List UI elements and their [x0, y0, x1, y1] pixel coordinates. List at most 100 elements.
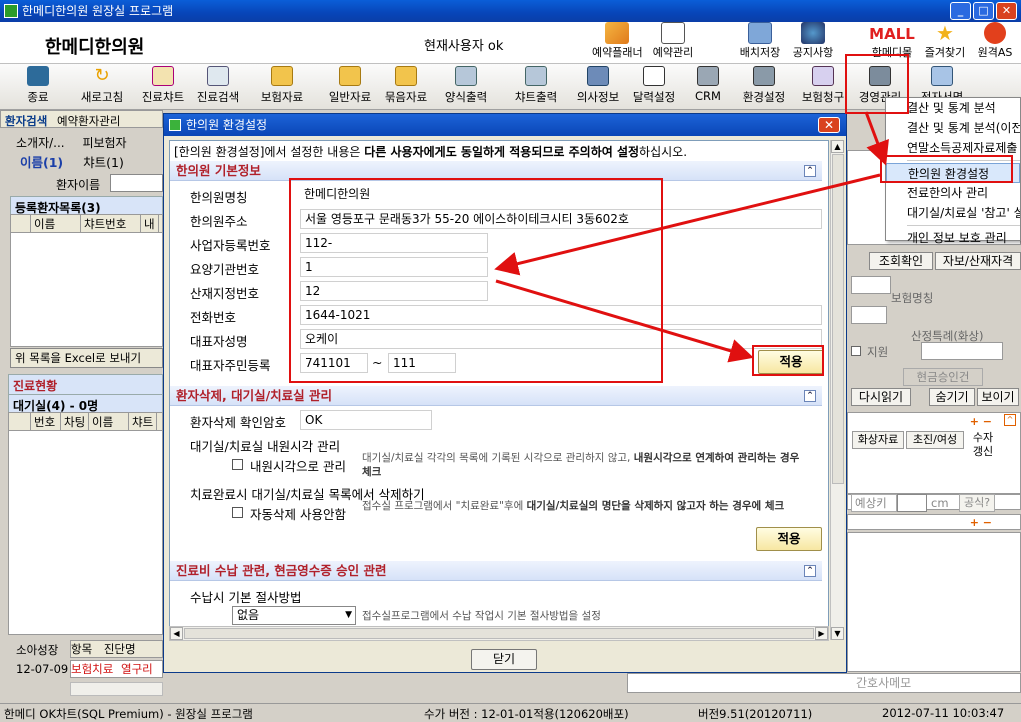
- predicted-height-input[interactable]: [897, 494, 927, 512]
- maximize-button[interactable]: □: [973, 2, 994, 20]
- remote-as-button[interactable]: 원격AS: [972, 22, 1018, 60]
- subtab-chart[interactable]: 챠트(1): [83, 155, 124, 170]
- col-chart-no[interactable]: 챠트번호: [81, 215, 141, 233]
- right-field-b[interactable]: [851, 306, 887, 324]
- subtab-name[interactable]: 이름(1): [20, 155, 63, 170]
- collapse-icon[interactable]: ^: [1004, 414, 1016, 426]
- dialog-close-bottom-button[interactable]: 닫기: [471, 649, 537, 670]
- resident-number-front-field[interactable]: 741101: [300, 353, 368, 373]
- grid-col-renew[interactable]: 수자갱신: [968, 431, 998, 463]
- menu-item-statistics-old[interactable]: 결산 및 통계 분석(이전): [886, 118, 1020, 138]
- bottom-hscroll[interactable]: [70, 682, 163, 696]
- section-patient-delete-header[interactable]: 환자삭제, 대기실/치료실 관리 ⌃: [170, 386, 822, 406]
- layout-save-button[interactable]: 배치저장: [735, 22, 785, 60]
- collapse-icon[interactable]: ⌃: [804, 390, 816, 402]
- toolbar-search[interactable]: 진료검색: [192, 66, 244, 108]
- favorites-button[interactable]: ★ 즐겨찾기: [920, 22, 970, 60]
- col-charting[interactable]: 차팅: [61, 413, 89, 431]
- col-chart[interactable]: 챠트: [129, 413, 158, 431]
- clinic-address-field[interactable]: 서울 영등포구 문래동3가 55-20 에이스하이테크시티 3동602호: [300, 209, 822, 229]
- show-button[interactable]: 보이기: [977, 388, 1019, 406]
- col-number[interactable]: 번호: [31, 413, 61, 431]
- col-extra[interactable]: 내: [141, 215, 159, 233]
- tab-patient-search[interactable]: 환자검색: [5, 114, 47, 127]
- industrial-accident-field[interactable]: 12: [300, 281, 488, 301]
- menu-item-doctor-manage[interactable]: 전료한의사 관리: [886, 183, 1020, 203]
- menu-item-tax-submission[interactable]: 연말소득공제자료제출: [886, 138, 1020, 158]
- toolbar-settings[interactable]: 환경설정: [738, 66, 790, 108]
- col-name[interactable]: 이름: [89, 413, 129, 431]
- menu-item-privacy[interactable]: 개인 정보 보호 관리: [886, 228, 1020, 248]
- special-input[interactable]: [921, 342, 1003, 360]
- toolbar-calendar[interactable]: 달력설정: [628, 66, 680, 108]
- growth-label[interactable]: 소아성장: [16, 642, 58, 658]
- menu-item-clinic-settings[interactable]: 한의원 환경설정: [886, 163, 1020, 183]
- visit-time-checkbox[interactable]: [232, 459, 243, 470]
- patient-delete-apply-button[interactable]: 적용: [756, 527, 822, 551]
- representative-field[interactable]: 오케이: [300, 329, 822, 349]
- hscroll-thumb[interactable]: [184, 628, 814, 639]
- scroll-down-icon[interactable]: ▼: [831, 627, 844, 640]
- grid-col-burn[interactable]: 화상자료: [852, 431, 904, 449]
- nurse-memo[interactable]: 간호사메모: [627, 673, 1021, 693]
- reservation-manage-button[interactable]: 예약관리: [648, 22, 698, 60]
- menu-item-waiting-room-settings[interactable]: 대기실/치료실 '참고' 설정: [886, 203, 1020, 223]
- phone-field[interactable]: 1644-1021: [300, 305, 822, 325]
- col-name[interactable]: 이름: [31, 215, 81, 233]
- close-window-button[interactable]: ✕: [996, 2, 1017, 20]
- basic-info-apply-button[interactable]: 적용: [758, 350, 824, 374]
- scroll-up-icon[interactable]: ▲: [831, 140, 844, 153]
- add-row-icon[interactable]: + −: [970, 516, 992, 529]
- subtab-insured[interactable]: 피보험자: [82, 136, 126, 150]
- registered-list[interactable]: [10, 232, 163, 347]
- toolbar-bundle[interactable]: 묶음자료: [380, 66, 432, 108]
- toolbar-chart-print[interactable]: 챠트출력: [510, 66, 562, 108]
- patient-name-input[interactable]: [110, 174, 163, 192]
- toolbar-chart[interactable]: 진료챠트: [138, 66, 188, 108]
- toolbar-general[interactable]: 일반자료: [324, 66, 376, 108]
- toolbar-doctor[interactable]: 의사정보: [572, 66, 624, 108]
- right-field-a[interactable]: [851, 276, 891, 294]
- business-number-field[interactable]: 112-: [300, 233, 488, 253]
- toolbar-insurance[interactable]: 보험자료: [256, 66, 308, 108]
- menu-item-statistics[interactable]: 결산 및 통계 분석: [886, 98, 1020, 118]
- support-checkbox[interactable]: [851, 346, 861, 356]
- notice-button[interactable]: 공지사항: [788, 22, 838, 60]
- collapse-icon[interactable]: ⌃: [804, 165, 816, 177]
- hide-button[interactable]: 숨기기: [929, 388, 975, 406]
- mall-button[interactable]: MALL 한메디몰: [864, 22, 920, 60]
- toolbar-refresh[interactable]: ↻ 새로고침: [76, 66, 128, 108]
- col-item[interactable]: 항목: [71, 642, 92, 656]
- toolbar-form-print[interactable]: 양식출력: [440, 66, 492, 108]
- cash-approval-field[interactable]: 현금승인건: [903, 368, 983, 386]
- excel-export-button[interactable]: 위 목록을 Excel로 보내기: [10, 348, 163, 368]
- minimize-button[interactable]: _: [950, 2, 971, 20]
- qualification-button[interactable]: 자보/산재자격: [935, 252, 1021, 270]
- delete-password-field[interactable]: OK: [300, 410, 432, 430]
- collapse-icon[interactable]: ⌃: [804, 565, 816, 577]
- dialog-vscroll[interactable]: ▲ ▼: [830, 140, 844, 640]
- auto-delete-checkbox[interactable]: [232, 507, 243, 518]
- toolbar-crm[interactable]: CRM: [690, 66, 726, 108]
- care-institution-field[interactable]: 1: [300, 257, 488, 277]
- resident-number-back-field[interactable]: 111: [388, 353, 456, 373]
- scroll-thumb[interactable]: [832, 154, 844, 484]
- add-row-icon[interactable]: + −: [970, 415, 992, 428]
- formula-button[interactable]: 공식?: [959, 494, 995, 512]
- tab-reservation[interactable]: 예약환자관리: [57, 114, 120, 127]
- col-diagnosis[interactable]: 진단명: [104, 642, 136, 656]
- dialog-hscroll[interactable]: ◀ ▶: [169, 626, 829, 641]
- grid-col-first[interactable]: 초진/여성: [906, 431, 964, 449]
- scroll-left-icon[interactable]: ◀: [170, 627, 183, 640]
- payment-rounding-select[interactable]: 없음 ▼: [232, 606, 356, 625]
- subtab-referrer[interactable]: 소개자/...: [16, 136, 65, 150]
- reservation-planner-button[interactable]: 예약플래너: [592, 22, 643, 60]
- confirm-button[interactable]: 조회확인: [869, 252, 933, 270]
- section-basic-info-header[interactable]: 한의원 기본정보 ⌃: [170, 161, 822, 181]
- reload-button[interactable]: 다시읽기: [851, 388, 911, 406]
- waiting-list[interactable]: [8, 430, 163, 635]
- section-payment-header[interactable]: 진료비 수납 관련, 현금영수증 승인 관련 ⌃: [170, 561, 822, 581]
- clinic-name-field[interactable]: 한메디한의원: [300, 185, 822, 205]
- scroll-right-icon[interactable]: ▶: [815, 627, 828, 640]
- toolbar-claim[interactable]: 보험청구: [800, 66, 846, 108]
